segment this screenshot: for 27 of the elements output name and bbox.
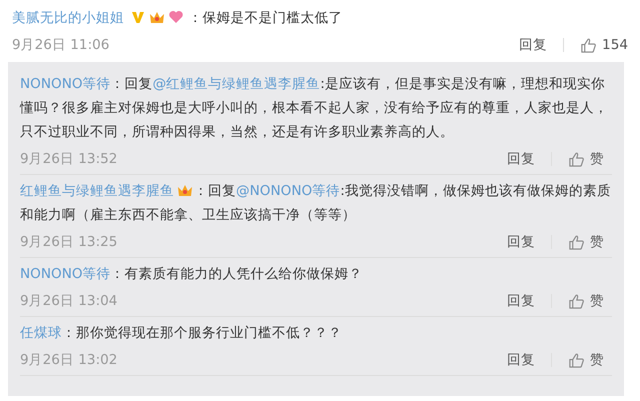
reply-text: NONONO等待：回复@红鲤鱼与绿鲤鱼遇李腥鱼:是应该有，但是事实是没有嘛，理想和现实你懂吗？很多雇主对保姆也是大呼小叫的，根本看不起人家，没有给予应有的尊重，人家也是人，只不过职业不同，所谓种因得果，当然，还是有许多职业素养高的人。 <box>20 75 609 142</box>
reply-link[interactable]: 回复 <box>507 150 535 168</box>
like-button[interactable]: 赞 <box>568 233 604 251</box>
reply-time: 9月26日 13:25 <box>20 233 118 251</box>
heart-icon <box>168 9 184 25</box>
thumbs-up-icon <box>568 292 585 310</box>
like-button[interactable]: 赞 <box>568 150 604 168</box>
thumbs-up-icon <box>568 234 585 250</box>
like-button[interactable]: 赞 <box>568 351 604 369</box>
reply-text: 任煤球：那你觉得现在那个服务行业门槛不低？？？ <box>20 324 343 343</box>
reply-time: 9月26日 13:52 <box>20 150 118 168</box>
reply-link[interactable]: 回复 <box>507 292 535 310</box>
thumbs-up-icon <box>568 150 585 168</box>
reply-time: 9月26日 13:04 <box>20 292 118 310</box>
reply-link[interactable]: 回复 <box>507 233 535 251</box>
thumbs-up-icon <box>568 352 585 368</box>
reply-link[interactable]: 回复 <box>519 36 548 54</box>
thumbs-up-icon <box>580 36 598 54</box>
comment-text: ：保姆是不是门槛太低了 <box>188 10 343 26</box>
reply-text: NONONO等待：有素质有能力的人凭什么给你做保姆？ <box>20 265 364 284</box>
like-button[interactable]: 154 <box>580 36 628 54</box>
reply-time: 9月26日 13:02 <box>20 351 118 369</box>
like-button[interactable]: 赞 <box>568 292 604 310</box>
reply-link[interactable]: 回复 <box>507 351 535 369</box>
reply-text: 红鲤鱼与绿鲤鱼遇李腥鱼 ：回复@NONONO等待:我觉得没错啊，做保姆也该有做保姆的素质和能力啊（雇主东西不能拿、卫生应该搞干净（等等） <box>20 181 612 225</box>
comment-time: 9月26日 11:06 <box>12 36 110 54</box>
v-badge-icon <box>130 9 146 25</box>
